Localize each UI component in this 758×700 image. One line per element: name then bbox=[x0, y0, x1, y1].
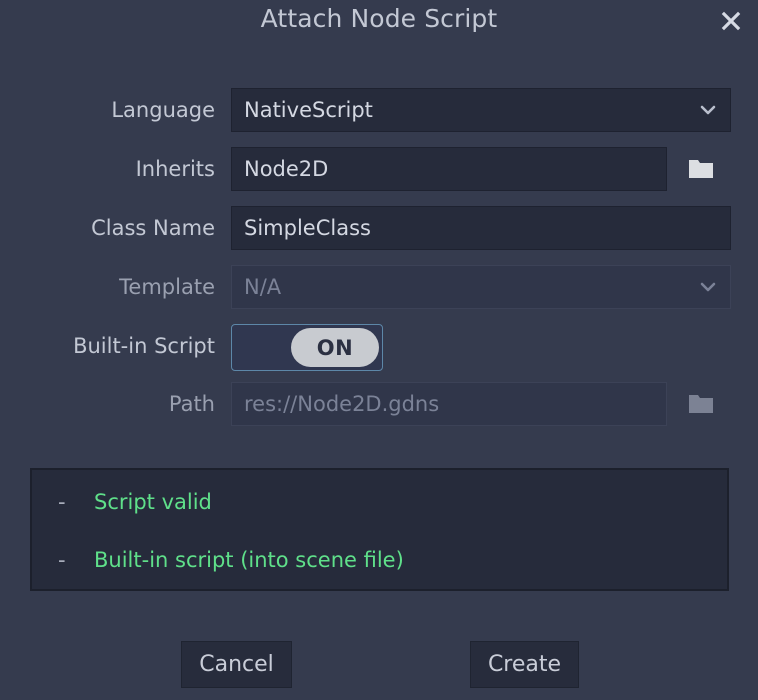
template-value: N/A bbox=[244, 275, 282, 299]
form-row-path: Path res://Node2D.gdns bbox=[0, 382, 758, 426]
create-button[interactable]: Create bbox=[470, 641, 579, 688]
inherits-value: Node2D bbox=[244, 157, 329, 181]
path-label: Path bbox=[168, 392, 215, 416]
status-bullet: - bbox=[58, 548, 66, 572]
inherits-input[interactable]: Node2D bbox=[231, 147, 667, 191]
class-name-value: SimpleClass bbox=[244, 216, 371, 240]
status-line: - Built-in script (into scene file) bbox=[32, 546, 727, 604]
path-value: res://Node2D.gdns bbox=[244, 392, 440, 416]
form-row-inherits: Inherits Node2D bbox=[0, 147, 758, 191]
language-label: Language bbox=[111, 98, 215, 122]
builtin-script-label: Built-in Script bbox=[73, 334, 215, 358]
form-row-builtin-script: Built-in Script ON bbox=[0, 324, 758, 371]
page-title: Attach Node Script bbox=[260, 4, 498, 33]
status-bullet: - bbox=[58, 490, 66, 514]
status-message: Built-in script (into scene file) bbox=[94, 548, 404, 572]
language-select[interactable]: NativeScript bbox=[231, 88, 731, 132]
chevron-down-icon bbox=[698, 100, 718, 120]
script-form: Language NativeScript Inherits Node2D Cl… bbox=[0, 88, 758, 441]
class-name-label: Class Name bbox=[91, 216, 215, 240]
template-select: N/A bbox=[231, 265, 731, 309]
dialog-footer: Cancel Create bbox=[0, 641, 758, 688]
form-row-class-name: Class Name SimpleClass bbox=[0, 206, 758, 250]
cancel-button[interactable]: Cancel bbox=[181, 641, 292, 688]
template-label: Template bbox=[119, 275, 215, 299]
toggle-knob: ON bbox=[291, 328, 379, 367]
form-row-template: Template N/A bbox=[0, 265, 758, 309]
status-panel: - Script valid - Built-in script (into s… bbox=[30, 468, 729, 591]
inherits-browse-button[interactable] bbox=[686, 156, 716, 182]
class-name-input[interactable]: SimpleClass bbox=[231, 206, 731, 250]
language-value: NativeScript bbox=[244, 98, 373, 122]
path-input: res://Node2D.gdns bbox=[231, 382, 667, 426]
status-message: Script valid bbox=[94, 490, 212, 514]
path-browse-button bbox=[686, 391, 716, 417]
folder-icon bbox=[686, 395, 716, 421]
close-icon bbox=[719, 9, 743, 33]
chevron-down-icon bbox=[698, 277, 718, 297]
form-row-language: Language NativeScript bbox=[0, 88, 758, 132]
close-button[interactable] bbox=[714, 4, 748, 38]
status-line: - Script valid bbox=[32, 488, 727, 546]
inherits-label: Inherits bbox=[135, 157, 215, 181]
builtin-script-toggle[interactable]: ON bbox=[231, 324, 383, 371]
dialog-titlebar: Attach Node Script bbox=[0, 0, 758, 46]
folder-icon bbox=[686, 160, 716, 186]
